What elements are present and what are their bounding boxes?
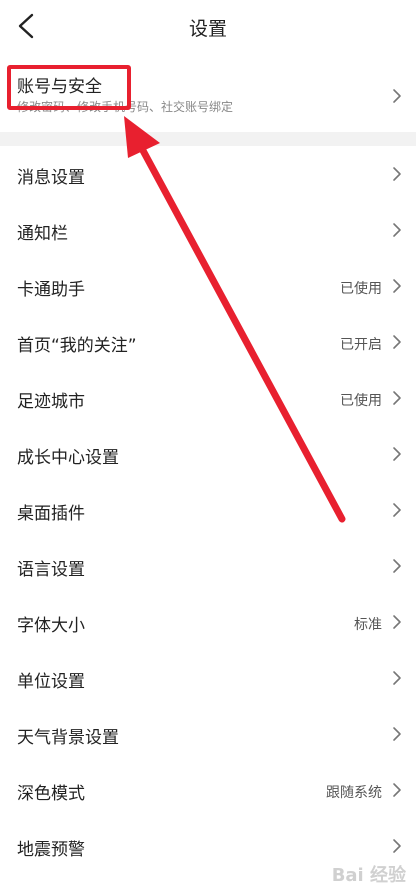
section-divider bbox=[0, 132, 416, 146]
settings-item-value: 已使用 bbox=[340, 393, 382, 409]
settings-item[interactable]: 天气背景设置 bbox=[0, 706, 416, 762]
settings-item-label: 字体大小 bbox=[17, 616, 85, 636]
settings-list: 消息设置 通知栏 卡通助手 已使用 首页“我的关注” 已开启 足迹城市 已使用 成长中心设置 桌面… bbox=[0, 146, 416, 874]
chevron-right-icon bbox=[393, 447, 401, 461]
settings-item-label: 消息设置 bbox=[17, 168, 85, 188]
chevron-right-icon bbox=[393, 503, 401, 517]
chevron-right-icon bbox=[393, 335, 401, 349]
settings-item-label: 足迹城市 bbox=[17, 392, 85, 412]
settings-item-label: 深色模式 bbox=[17, 784, 85, 804]
settings-item[interactable]: 字体大小 标准 bbox=[0, 594, 416, 650]
settings-item[interactable]: 消息设置 bbox=[0, 146, 416, 202]
chevron-right-icon bbox=[393, 391, 401, 405]
settings-item-label: 地震预警 bbox=[17, 840, 85, 860]
settings-item[interactable]: 首页“我的关注” 已开启 bbox=[0, 314, 416, 370]
settings-item[interactable]: 单位设置 bbox=[0, 650, 416, 706]
account-security-row[interactable]: 账号与安全 修改密码、修改手机号码、社交账号绑定 bbox=[0, 60, 416, 132]
settings-item-label: 成长中心设置 bbox=[17, 448, 119, 468]
page-title: 设置 bbox=[188, 18, 227, 40]
chevron-right-icon bbox=[393, 89, 401, 103]
settings-item[interactable]: 通知栏 bbox=[0, 202, 416, 258]
settings-item[interactable]: 深色模式 跟随系统 bbox=[0, 762, 416, 818]
settings-item-value: 标准 bbox=[354, 617, 382, 633]
chevron-right-icon bbox=[393, 223, 401, 237]
chevron-right-icon bbox=[393, 559, 401, 573]
settings-item[interactable]: 语言设置 bbox=[0, 538, 416, 594]
account-security-subtitle: 修改密码、修改手机号码、社交账号绑定 bbox=[17, 100, 234, 114]
settings-item[interactable]: 足迹城市 已使用 bbox=[0, 370, 416, 426]
account-security-title: 账号与安全 bbox=[17, 77, 102, 97]
settings-item[interactable]: 桌面插件 bbox=[0, 482, 416, 538]
settings-item-label: 单位设置 bbox=[17, 672, 85, 692]
chevron-right-icon bbox=[393, 727, 401, 741]
settings-item-value: 已开启 bbox=[340, 337, 382, 353]
chevron-right-icon bbox=[393, 615, 401, 629]
settings-item-label: 通知栏 bbox=[17, 224, 68, 244]
settings-item-label: 卡通助手 bbox=[17, 280, 85, 300]
settings-item[interactable]: 卡通助手 已使用 bbox=[0, 258, 416, 314]
settings-item-value: 已使用 bbox=[340, 281, 382, 297]
chevron-right-icon bbox=[393, 279, 401, 293]
watermark-logo: Bai 经验 bbox=[331, 865, 406, 886]
chevron-right-icon bbox=[393, 671, 401, 685]
chevron-right-icon bbox=[393, 783, 401, 797]
settings-item[interactable]: 成长中心设置 bbox=[0, 426, 416, 482]
settings-item-label: 桌面插件 bbox=[17, 504, 85, 524]
chevron-right-icon bbox=[393, 839, 401, 853]
settings-item-label: 天气背景设置 bbox=[17, 728, 119, 748]
settings-item-value: 跟随系统 bbox=[326, 785, 382, 801]
chevron-right-icon bbox=[393, 167, 401, 181]
header: 设置 bbox=[0, 0, 416, 52]
settings-item-label: 语言设置 bbox=[17, 560, 85, 580]
settings-item-label: 首页“我的关注” bbox=[17, 336, 137, 356]
